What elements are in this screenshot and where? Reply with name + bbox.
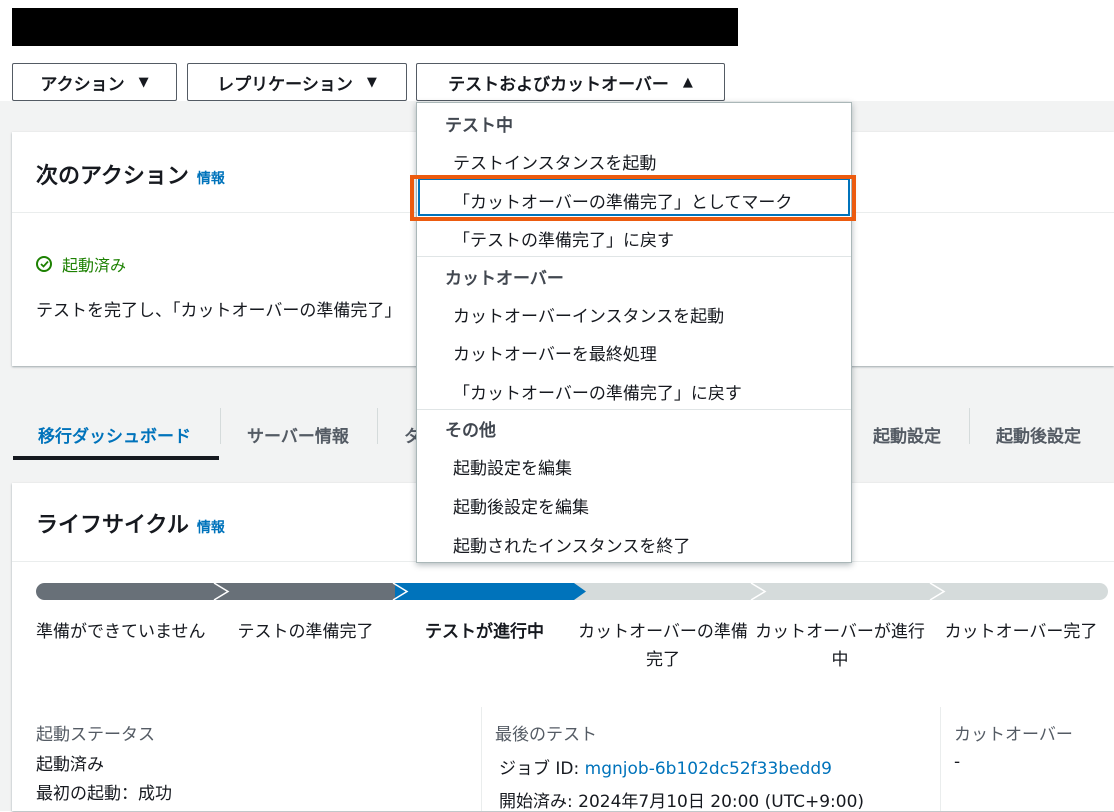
test-cutover-dropdown-menu: テスト中 テストインスタンスを起動 「カットオーバーの準備完了」としてマーク 「… (416, 102, 852, 563)
tab-post-launch-settings[interactable]: 起動後設定 (996, 409, 1081, 459)
started-row: 開始済み: 2024年7月10日 20:00 (UTC+9:00) (499, 787, 864, 812)
redacted-title-bar (12, 8, 738, 46)
progress-chevrons (213, 583, 946, 600)
step-label-not-ready: 準備ができていません (36, 622, 206, 642)
actions-button[interactable]: アクション ▼ (12, 63, 177, 101)
menu-group-other: その他 (445, 421, 496, 441)
column-divider (481, 707, 482, 811)
step-label-line: カットオーバーが進行 (755, 622, 925, 642)
replication-button[interactable]: レプリケーション ▼ (187, 63, 407, 101)
column-divider (940, 707, 941, 811)
started-value: 2024年7月10日 20:00 (UTC+9:00) (578, 792, 865, 812)
tab-launch-settings[interactable]: 起動設定 (873, 409, 941, 459)
cutover-label: カットオーバー (954, 725, 1073, 745)
step-label-cutover-in-progress: カットオーバーが進行 中 (745, 618, 935, 674)
check-circle-icon (36, 256, 52, 272)
job-id-row: ジョブ ID: mgnjob-6b102dc52f33bedd9 (499, 754, 832, 779)
highlight-annotation-box (410, 175, 856, 221)
lifecycle-header: ライフサイクル 情報 (36, 507, 225, 539)
menu-item-launch-cutover-instance[interactable]: カットオーバーインスタンスを起動 (453, 302, 724, 327)
tab-separator (969, 408, 970, 444)
menu-item-revert-ready-for-test[interactable]: 「テストの準備完了」に戻す (453, 226, 674, 251)
menu-item-edit-post-launch-settings[interactable]: 起動後設定を編集 (453, 493, 589, 518)
step-label-ready-for-cutover: カットオーバーの準備 完了 (568, 618, 758, 674)
status-row: 起動済み (36, 252, 126, 276)
launch-status-value: 起動済み (36, 755, 104, 775)
lifecycle-info-link[interactable]: 情報 (197, 517, 225, 537)
menu-separator (417, 409, 851, 410)
step-label-line: 完了 (646, 650, 680, 670)
actions-button-label: アクション (40, 74, 125, 95)
step-label-line: 中 (831, 650, 849, 670)
job-id-label: ジョブ ID: (499, 759, 580, 779)
menu-item-terminate-launched-instances[interactable]: 起動されたインスタンスを終了 (453, 532, 690, 557)
step-label-cutover-complete: カットオーバー完了 (944, 622, 1098, 642)
menu-item-revert-ready-for-cutover[interactable]: 「カットオーバーの準備完了」に戻す (453, 379, 742, 404)
test-cutover-button[interactable]: テストおよびカットオーバー ▲ (416, 63, 725, 101)
menu-item-edit-launch-settings[interactable]: 起動設定を編集 (453, 454, 572, 479)
lifecycle-title: ライフサイクル (36, 513, 189, 538)
menu-item-launch-test-instance[interactable]: テストインスタンスを起動 (453, 149, 656, 174)
menu-item-finalize-cutover[interactable]: カットオーバーを最終処理 (453, 340, 657, 365)
last-test-label: 最後のテスト (495, 725, 597, 745)
job-id-link[interactable]: mgnjob-6b102dc52f33bedd9 (585, 759, 832, 779)
caret-up-icon: ▲ (682, 74, 693, 90)
menu-group-testing: テスト中 (445, 116, 513, 136)
status-text: 起動済み (62, 256, 127, 275)
next-action-description: テストを完了し、「カットオーバーの準備完了」 (36, 301, 402, 321)
started-label: 開始済み: (499, 792, 573, 812)
step-label-ready-for-test: テストの準備完了 (237, 622, 374, 642)
tab-separator (220, 408, 221, 444)
replication-button-label: レプリケーション (217, 74, 353, 95)
step-label-test-in-progress: テストが進行中 (425, 622, 544, 642)
caret-down-icon: ▼ (138, 74, 149, 90)
menu-separator (417, 256, 851, 257)
test-cutover-button-label: テストおよびカットオーバー (448, 74, 669, 95)
tab-migration-dashboard[interactable]: 移行ダッシュボード (38, 409, 191, 459)
tab-server-info[interactable]: サーバー情報 (247, 409, 349, 459)
cutover-value: - (954, 752, 961, 772)
caret-down-icon: ▼ (366, 74, 377, 90)
menu-group-cutover: カットオーバー (445, 269, 564, 289)
step-label-line: カットオーバーの準備 (578, 622, 748, 642)
next-action-header: 次のアクション 情報 (36, 158, 225, 190)
next-action-info-link[interactable]: 情報 (197, 168, 225, 188)
first-launch-value: 最初の起動：成功 (36, 784, 172, 804)
launch-status-label: 起動ステータス (36, 725, 155, 745)
active-tab-indicator (13, 456, 219, 460)
tab-separator (377, 408, 378, 444)
next-action-title: 次のアクション (36, 164, 189, 189)
